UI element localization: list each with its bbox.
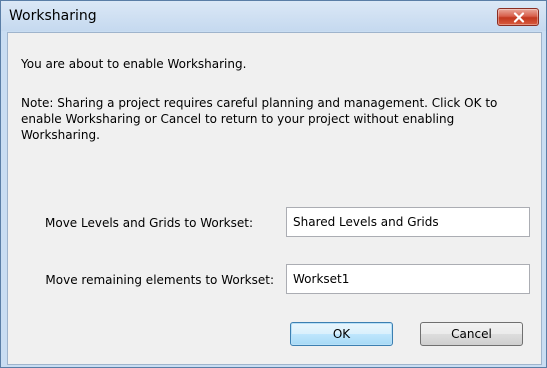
ok-button[interactable]: OK bbox=[290, 322, 393, 346]
dialog-body: You are about to enable Worksharing. Not… bbox=[7, 32, 542, 365]
levels-workset-field[interactable]: Shared Levels and Grids bbox=[286, 207, 530, 237]
title-bar: Worksharing bbox=[1, 1, 546, 31]
remaining-workset-field[interactable]: Workset1 bbox=[286, 264, 530, 294]
note-text: Note: Sharing a project requires careful… bbox=[21, 96, 498, 142]
window-title: Worksharing bbox=[9, 8, 97, 24]
close-icon bbox=[513, 12, 525, 23]
worksharing-dialog: Worksharing You are about to enable Work… bbox=[0, 0, 547, 368]
cancel-button[interactable]: Cancel bbox=[420, 322, 523, 346]
intro-text: You are about to enable Worksharing. bbox=[21, 57, 247, 71]
close-button[interactable] bbox=[497, 8, 539, 26]
levels-workset-label: Move Levels and Grids to Workset: bbox=[45, 216, 254, 230]
remaining-workset-label: Move remaining elements to Workset: bbox=[45, 273, 274, 287]
